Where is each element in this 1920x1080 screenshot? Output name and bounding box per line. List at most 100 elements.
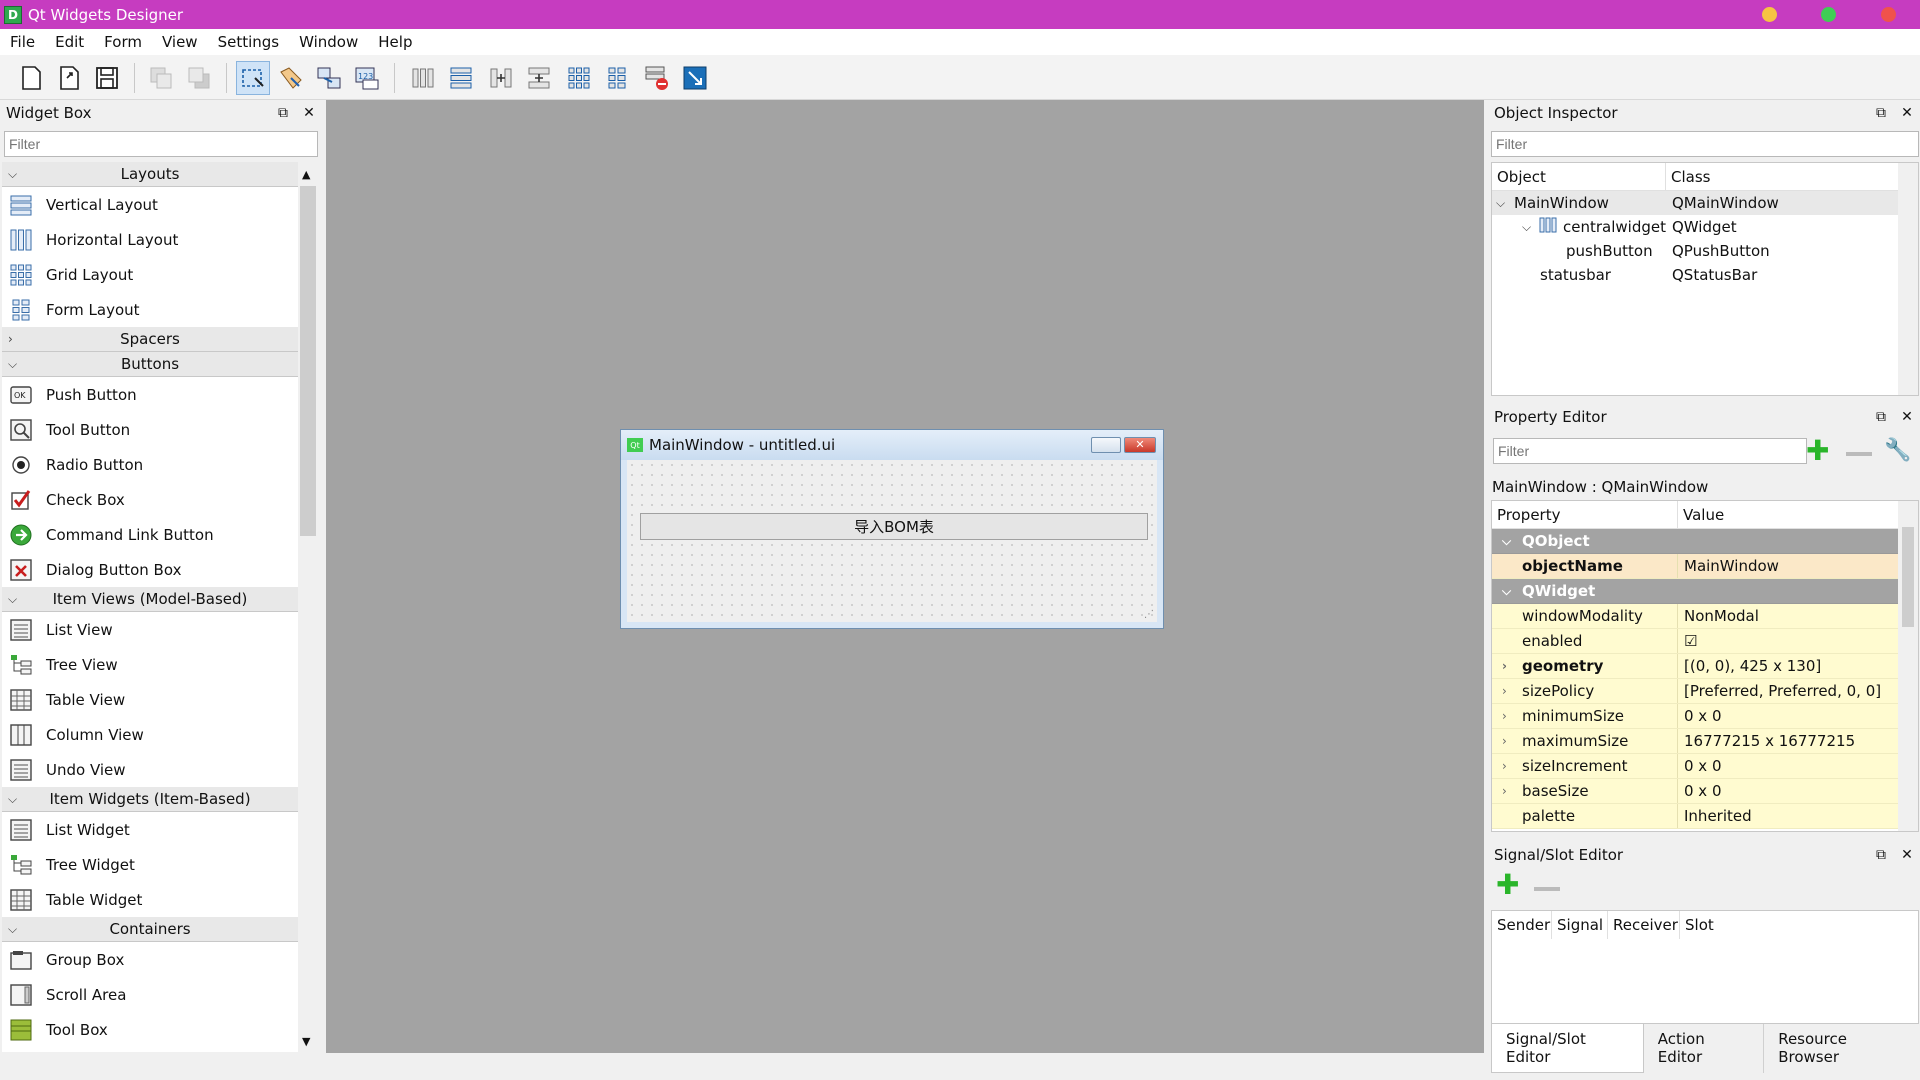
close-button[interactable] xyxy=(1881,7,1896,22)
menu-settings[interactable]: Settings xyxy=(208,33,290,51)
remove-property-icon[interactable] xyxy=(1846,452,1872,456)
column-signal[interactable]: Signal xyxy=(1552,911,1608,939)
layout-horizontally-icon[interactable] xyxy=(406,61,440,95)
property-value[interactable]: ☑ xyxy=(1678,629,1697,653)
vertical-splitter-icon[interactable] xyxy=(522,61,556,95)
send-to-back-icon[interactable] xyxy=(144,61,178,95)
scroll-thumb[interactable] xyxy=(300,186,316,536)
widget-item[interactable]: Radio Button xyxy=(2,447,298,482)
widget-item[interactable]: List View xyxy=(2,612,298,647)
widget-category[interactable]: › Spacers xyxy=(2,327,298,352)
form-close-icon[interactable]: ✕ xyxy=(1124,437,1156,453)
property-row[interactable]: windowModality NonModal xyxy=(1492,604,1900,629)
layout-vertically-icon[interactable] xyxy=(444,61,478,95)
remove-connection-icon[interactable] xyxy=(1534,887,1560,891)
widget-item[interactable]: Undo View xyxy=(2,752,298,787)
float-icon[interactable]: ⧉ xyxy=(1872,846,1890,864)
chevron-right-icon[interactable]: › xyxy=(1502,659,1507,673)
widget-item[interactable]: Horizontal Layout xyxy=(2,222,298,257)
object-tree-row[interactable]: pushButton QPushButton xyxy=(1492,239,1918,263)
close-icon[interactable]: ✕ xyxy=(1898,104,1916,122)
add-property-icon[interactable]: ✚ xyxy=(1806,437,1836,468)
form-window[interactable]: Qt MainWindow - untitled.ui ✕ 导入BOM表 ⋰ xyxy=(620,429,1164,629)
scroll-down-icon[interactable]: ▼ xyxy=(302,1035,310,1048)
edit-widgets-icon[interactable] xyxy=(236,61,270,95)
widget-item[interactable]: List Widget xyxy=(2,812,298,847)
object-tree-row[interactable]: ⌵ MainWindow QMainWindow xyxy=(1492,191,1918,215)
column-class[interactable]: Class xyxy=(1666,163,1900,190)
widget-category[interactable]: ⌵ Buttons xyxy=(2,352,298,377)
chevron-down-icon[interactable]: ⌵ xyxy=(8,592,17,607)
chevron-right-icon[interactable]: › xyxy=(1502,759,1507,773)
chevron-right-icon[interactable]: › xyxy=(8,332,13,346)
widget-item[interactable]: Grid Layout xyxy=(2,257,298,292)
float-icon[interactable]: ⧉ xyxy=(1872,408,1890,426)
widget-item[interactable]: OK Push Button xyxy=(2,377,298,412)
chevron-down-icon[interactable]: ⌵ xyxy=(1502,534,1511,549)
edit-tab-order-icon[interactable]: 123 xyxy=(350,61,384,95)
widget-item[interactable]: Table View xyxy=(2,682,298,717)
float-icon[interactable]: ⧉ xyxy=(274,104,292,122)
column-value[interactable]: Value xyxy=(1678,501,1900,528)
property-value[interactable]: [Preferred, Preferred, 0, 0] xyxy=(1678,679,1881,703)
column-property[interactable]: Property xyxy=(1492,501,1678,528)
scroll-thumb[interactable] xyxy=(1902,527,1914,627)
property-value[interactable]: 0 x 0 xyxy=(1678,704,1722,728)
chevron-down-icon[interactable]: ⌵ xyxy=(8,357,17,372)
property-value[interactable]: MainWindow xyxy=(1678,554,1779,578)
chevron-down-icon[interactable]: ⌵ xyxy=(8,922,17,937)
menu-edit[interactable]: Edit xyxy=(45,33,94,51)
form-minimize-icon[interactable] xyxy=(1091,437,1121,453)
configure-icon[interactable]: 🔧 xyxy=(1884,438,1912,466)
chevron-right-icon[interactable]: › xyxy=(1502,684,1507,698)
property-value[interactable]: 16777215 x 16777215 xyxy=(1678,729,1855,753)
menu-window[interactable]: Window xyxy=(289,33,368,51)
property-value[interactable]: NonModal xyxy=(1678,604,1759,628)
scroll-up-icon[interactable]: ▲ xyxy=(302,168,310,181)
object-tree-row[interactable]: statusbar QStatusBar xyxy=(1492,263,1918,287)
property-group[interactable]: ⌵ QObject xyxy=(1492,529,1900,554)
property-row[interactable]: › baseSize 0 x 0 xyxy=(1492,779,1900,804)
edit-signals-icon[interactable] xyxy=(312,61,346,95)
widget-category[interactable]: ⌵ Item Views (Model-Based) xyxy=(2,587,298,612)
new-file-icon[interactable] xyxy=(14,61,48,95)
property-row[interactable]: › maximumSize 16777215 x 16777215 xyxy=(1492,729,1900,754)
size-grip-icon[interactable]: ⋰ xyxy=(1144,609,1154,620)
chevron-right-icon[interactable]: › xyxy=(1502,734,1507,748)
widget-item[interactable]: Tree View xyxy=(2,647,298,682)
object-tree-scrollbar[interactable] xyxy=(1898,163,1918,395)
bring-to-front-icon[interactable] xyxy=(182,61,216,95)
property-row[interactable]: palette Inherited xyxy=(1492,804,1900,829)
widget-item[interactable]: Vertical Layout xyxy=(2,187,298,222)
widget-category[interactable]: ⌵ Item Widgets (Item-Based) xyxy=(2,787,298,812)
widget-item[interactable]: Form Layout xyxy=(2,292,298,327)
property-row[interactable]: › sizePolicy [Preferred, Preferred, 0, 0] xyxy=(1492,679,1900,704)
chevron-right-icon[interactable]: › xyxy=(1502,709,1507,723)
widget-item[interactable]: Table Widget xyxy=(2,882,298,917)
maximize-button[interactable] xyxy=(1821,7,1836,22)
menu-file[interactable]: File xyxy=(0,33,45,51)
chevron-down-icon[interactable]: ⌵ xyxy=(8,792,17,807)
grid-layout-toolbar-icon[interactable] xyxy=(562,61,596,95)
widget-box-filter-input[interactable] xyxy=(4,131,318,157)
menu-form[interactable]: Form xyxy=(94,33,152,51)
widget-item[interactable]: Check Box xyxy=(2,482,298,517)
widget-category[interactable]: ⌵ Containers xyxy=(2,917,298,942)
widget-item[interactable]: Scroll Area xyxy=(2,977,298,1012)
column-sender[interactable]: Sender xyxy=(1492,911,1552,939)
tab-signal-slot-editor[interactable]: Signal/Slot Editor xyxy=(1491,1024,1644,1073)
property-filter-input[interactable] xyxy=(1493,438,1807,464)
property-table-scrollbar[interactable] xyxy=(1898,501,1918,831)
horizontal-splitter-icon[interactable] xyxy=(484,61,518,95)
chevron-down-icon[interactable]: ⌵ xyxy=(1496,196,1514,211)
object-inspector-filter-input[interactable] xyxy=(1491,131,1919,157)
chevron-down-icon[interactable]: ⌵ xyxy=(8,167,17,182)
minimize-button[interactable] xyxy=(1762,7,1777,22)
property-row[interactable]: enabled ☑ xyxy=(1492,629,1900,654)
close-icon[interactable]: ✕ xyxy=(300,104,318,122)
close-icon[interactable]: ✕ xyxy=(1898,846,1916,864)
property-row[interactable]: objectName MainWindow xyxy=(1492,554,1900,579)
menu-view[interactable]: View xyxy=(152,33,208,51)
property-row[interactable]: › minimumSize 0 x 0 xyxy=(1492,704,1900,729)
object-tree-row[interactable]: ⌵ centralwidget QWidget xyxy=(1492,215,1918,239)
